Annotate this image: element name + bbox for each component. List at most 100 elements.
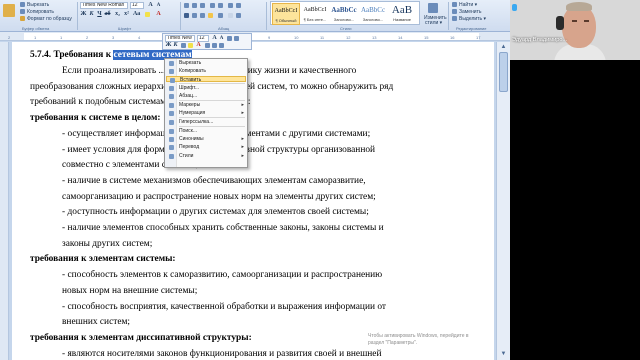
style-heading-1[interactable]: AaBbCc Заголово... [330,3,358,25]
shading-icon[interactable] [228,13,233,18]
bold-button[interactable]: Ж [80,11,87,18]
change-case-button[interactable]: Аа [133,11,140,18]
style-heading-2[interactable]: AaBbCc Заголово... [359,3,387,25]
select-icon[interactable] [452,16,457,21]
align-center-icon[interactable] [192,13,197,18]
context-menu-item[interactable]: Нумерация ▸ [166,110,246,116]
mini-increase-indent-icon[interactable] [212,43,217,48]
context-menu-item[interactable]: Стили ▸ [166,153,246,159]
vertical-ruler[interactable] [0,42,9,360]
font-color-button[interactable]: A [155,11,162,18]
paragraph-line[interactable]: внешних систем; [62,317,510,328]
decrease-indent-icon[interactable] [210,3,215,8]
mini-font-combo[interactable]: Times New [165,35,195,42]
mini-italic-button[interactable]: К [172,42,179,49]
mini-align-center-icon[interactable] [181,43,186,48]
find-button[interactable]: Найти ▾ [459,2,477,8]
paragraph-line[interactable]: законы других систем; [62,239,510,250]
bullets-icon[interactable] [184,3,189,8]
paragraph-line[interactable]: - наличие в системе механизмов обеспечив… [62,176,510,187]
paragraph-line[interactable]: новых норм на внешние системы; [62,286,510,297]
context-menu-item[interactable]: Гиперссылка... [166,119,246,125]
paragraph-line[interactable]: преобразования сложных иерархических сис… [30,82,488,93]
grow-font-button[interactable]: A [147,2,154,9]
font-size-combo[interactable]: 12 [130,2,144,9]
change-styles-label-2[interactable]: стили ▾ [425,20,442,26]
scroll-thumb[interactable] [499,52,508,92]
mini-shrink-font-button[interactable]: A [218,35,225,42]
italic-button[interactable]: К [88,11,95,18]
paragraph-line[interactable]: Если проанализировать ... организации, д… [62,66,510,77]
mini-bold-button[interactable]: Ж [165,42,172,49]
mini-grow-font-button[interactable]: A [211,35,218,42]
mini-bullets-icon[interactable] [219,43,224,48]
align-right-icon[interactable] [200,13,205,18]
context-menu-item[interactable]: Абзац... [166,93,246,99]
replace-button[interactable]: Заменить [459,9,481,15]
scroll-up-icon[interactable]: ▲ [499,43,508,51]
context-menu-item[interactable]: Вырезать [166,60,246,66]
underline-button[interactable]: Ч [96,11,103,18]
style-no-spacing[interactable]: AaBbCcI ¶ Без инте... [301,3,329,25]
mini-format-painter-icon[interactable] [227,36,232,41]
paragraph-line[interactable]: - доступность информации о других систем… [62,207,510,218]
highlight-color-icon[interactable] [145,12,150,17]
context-menu-item[interactable]: Синонимы ▸ [166,136,246,142]
line-spacing-icon[interactable] [218,13,223,18]
cut-icon[interactable] [20,2,25,7]
shrink-font-button[interactable]: A [155,2,162,9]
paragraph-line[interactable]: - способность восприятия, качественной о… [62,302,510,313]
mini-highlight-icon[interactable] [188,43,193,48]
strikethrough-button[interactable]: аб [104,11,111,18]
context-menu-item[interactable]: Поиск... [166,128,246,134]
subscript-button[interactable]: x₂ [114,11,121,18]
context-menu-item[interactable]: Вставить [166,76,246,83]
context-menu-item[interactable]: Шрифт... [166,85,246,91]
multilevel-list-icon[interactable] [200,3,205,8]
context-menu-item[interactable]: Перевод ▸ [166,144,246,150]
increase-indent-icon[interactable] [218,3,223,8]
style-normal[interactable]: AaBbCcI ¶ Обычный [272,3,300,25]
cut-button[interactable]: Вырезать [27,2,49,8]
style-title[interactable]: AaB Название [388,3,416,25]
paragraph-line[interactable]: требований к подобным системам и их сост… [30,97,488,108]
section-subheading[interactable]: требования к системе в целом: [30,113,488,124]
copy-button[interactable]: Копировать [27,9,54,15]
section-heading[interactable]: 5.7.4. Требования к сетевым системам [30,50,488,61]
paragraph-line[interactable]: - являются носителями законов функционир… [62,349,510,360]
justify-icon[interactable] [208,13,213,18]
document-page[interactable]: 5.7.4. Требования к сетевым системам Есл… [12,42,494,360]
mini-size-combo[interactable]: 12 [197,35,209,42]
menu-item-icon [169,94,174,99]
paragraph-line[interactable]: - наличие элементов способных хранить со… [62,223,510,234]
section-subheading[interactable]: требования к элементам системы: [30,254,488,265]
numbering-icon[interactable] [192,3,197,8]
align-left-icon[interactable] [184,13,189,18]
replace-icon[interactable] [452,9,457,14]
paragraph-line[interactable]: самоорганизацию и распространение новых … [62,192,510,203]
context-menu-item[interactable]: Копировать [166,68,246,74]
superscript-button[interactable]: x² [123,11,130,18]
change-styles-icon[interactable] [428,3,438,13]
scroll-down-icon[interactable]: ▼ [499,350,508,358]
paste-icon[interactable] [3,4,15,17]
mini-font-color-button[interactable]: A [195,42,202,49]
copy-icon[interactable] [20,9,25,14]
context-menu-item[interactable]: Маркеры ▸ [166,102,246,108]
format-painter-button[interactable]: Формат по образцу [27,16,72,22]
borders-icon[interactable] [236,13,241,18]
show-marks-icon[interactable] [236,3,241,8]
font-name-combo[interactable]: Times New Roman [80,2,128,9]
format-painter-icon[interactable] [20,16,25,21]
find-icon[interactable] [452,2,457,7]
horizontal-ruler[interactable]: 211234567891011121314151617 [0,32,510,41]
paragraph-line[interactable]: - осуществляет информационный и обмен эл… [62,129,510,140]
paragraph-line[interactable]: совместно с элементами системы; [62,160,510,171]
paragraph-line[interactable]: - имеет условия для формирования диссипа… [62,145,510,156]
select-button[interactable]: Выделить ▾ [459,16,486,22]
sort-icon[interactable] [228,3,233,8]
mini-decrease-indent-icon[interactable] [205,43,210,48]
vertical-scrollbar[interactable]: ▲ ▼ [496,42,510,360]
mini-styles-icon[interactable] [234,36,239,41]
paragraph-line[interactable]: - способность элементов к саморазвитию, … [62,270,510,281]
